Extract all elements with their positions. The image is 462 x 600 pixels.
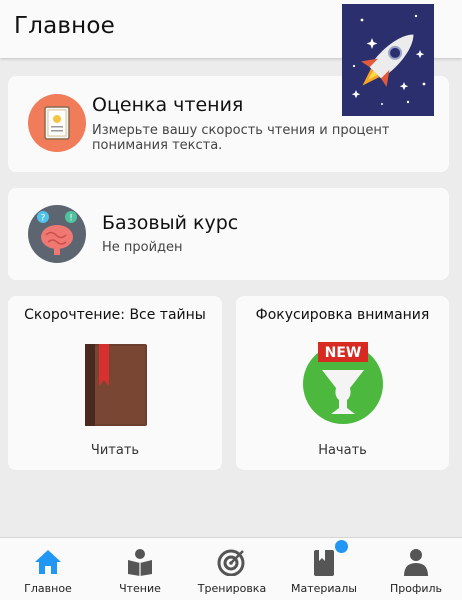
nav-item-reading[interactable]: Чтение <box>94 538 186 600</box>
nav-item-profile[interactable]: Профиль <box>370 538 462 600</box>
read-button[interactable]: Читать <box>8 443 222 458</box>
focus-tile[interactable]: Фокусировка внимания NEW Начать <box>236 296 449 470</box>
reading-test-title: Оценка чтения <box>92 94 244 116</box>
reading-test-subtitle: Измерьте вашу скорость чтения и процент … <box>92 123 390 153</box>
person-icon <box>404 549 428 576</box>
nav-label-reading: Чтение <box>119 582 161 595</box>
svg-text:!: ! <box>69 214 73 224</box>
brain-icon: ? ! <box>28 205 86 263</box>
start-button[interactable]: Начать <box>236 443 449 458</box>
nav-label-home: Главное <box>24 582 72 595</box>
book-icon <box>83 342 149 432</box>
speed-reading-title: Скорочтение: Все тайны <box>24 307 206 323</box>
home-icon <box>35 550 61 574</box>
bookmark-book-icon <box>314 550 334 576</box>
rocket-icon <box>342 4 434 116</box>
notification-dot <box>335 540 348 553</box>
focus-goblet-icon: NEW <box>300 340 386 428</box>
focus-title: Фокусировка внимания <box>255 307 430 323</box>
nav-label-profile: Профиль <box>389 582 443 595</box>
certificate-icon <box>28 94 86 152</box>
nav-item-materials[interactable]: Материалы <box>278 538 370 600</box>
nav-item-training[interactable]: Тренировка <box>186 538 278 600</box>
bottom-nav: Главное Чтение Тренировка Материалы Проф… <box>0 537 462 600</box>
reading-person-icon <box>128 549 152 576</box>
new-badge: NEW <box>325 345 362 361</box>
basic-course-card[interactable]: ? ! Базовый курс Не пройден <box>8 188 449 280</box>
nav-item-home[interactable]: Главное <box>2 538 94 600</box>
speed-reading-tile[interactable]: Скорочтение: Все тайны Читать <box>8 296 222 470</box>
target-icon <box>217 549 245 576</box>
nav-label-training: Тренировка <box>197 582 267 595</box>
basic-course-status: Не пройден <box>102 240 183 255</box>
page-title: Главное <box>14 13 116 39</box>
svg-text:?: ? <box>41 214 46 224</box>
nav-label-materials: Материалы <box>291 582 357 595</box>
basic-course-title: Базовый курс <box>102 212 239 234</box>
